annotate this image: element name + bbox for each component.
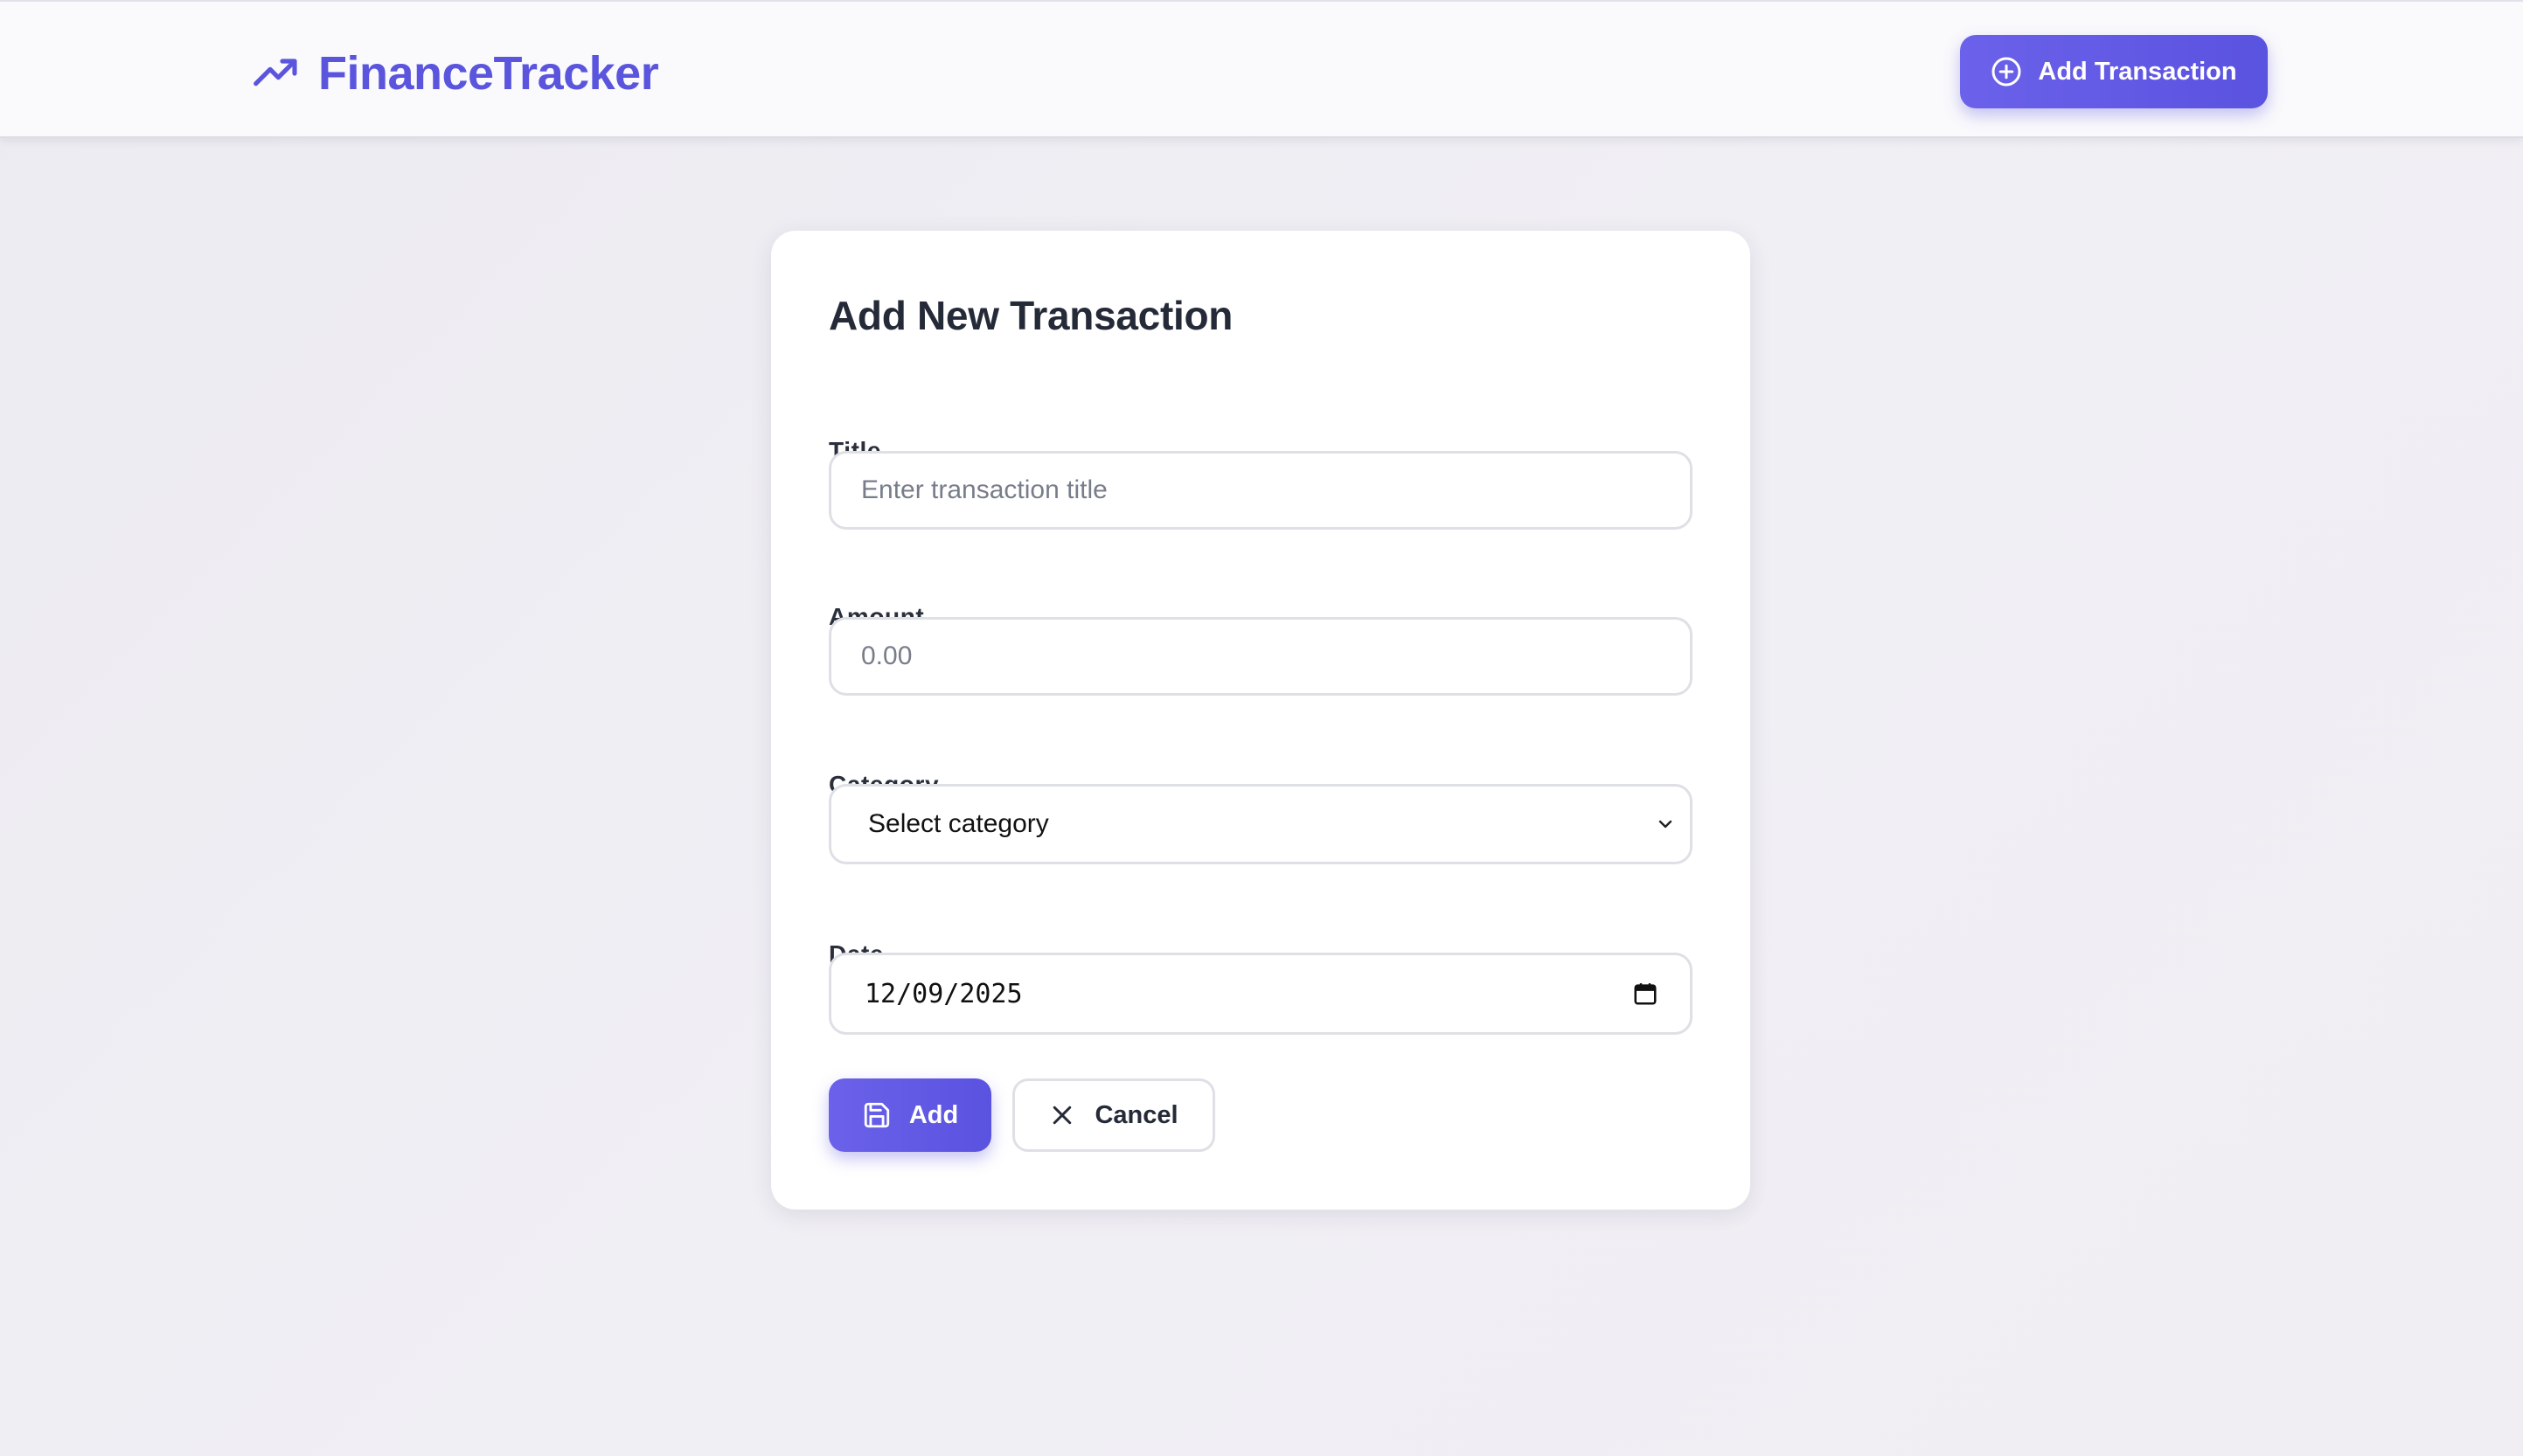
chevron-down-icon [1655, 814, 1676, 835]
add-transaction-card: Add New Transaction Title Enter transact… [771, 231, 1750, 1210]
title-placeholder: Enter transaction title [861, 475, 1108, 504]
cancel-button-label: Cancel [1095, 1100, 1178, 1129]
trending-up-icon [252, 49, 301, 98]
add-transaction-label: Add Transaction [2038, 57, 2237, 86]
save-icon [862, 1100, 892, 1130]
top-header: FinanceTracker Add Transaction [0, 0, 2523, 138]
cancel-button[interactable]: Cancel [1012, 1078, 1215, 1152]
brand[interactable]: FinanceTracker [252, 42, 659, 105]
brand-name: FinanceTracker [318, 47, 659, 100]
add-button[interactable]: Add [829, 1078, 991, 1152]
close-icon [1049, 1102, 1075, 1128]
add-button-label: Add [908, 1100, 959, 1129]
title-input[interactable]: Enter transaction title [829, 451, 1692, 530]
calendar-icon[interactable] [1632, 981, 1658, 1007]
plus-circle-icon [1991, 56, 2022, 87]
category-selected-value: Select category [868, 809, 1049, 838]
date-value: 12/09/2025 [865, 978, 1023, 1009]
category-select[interactable]: Select category [829, 784, 1692, 864]
form-title: Add New Transaction [829, 293, 1234, 338]
add-transaction-button[interactable]: Add Transaction [1960, 35, 2268, 108]
date-input[interactable]: 12/09/2025 [829, 953, 1692, 1035]
amount-input[interactable]: 0.00 [829, 617, 1692, 696]
amount-placeholder: 0.00 [861, 641, 913, 670]
